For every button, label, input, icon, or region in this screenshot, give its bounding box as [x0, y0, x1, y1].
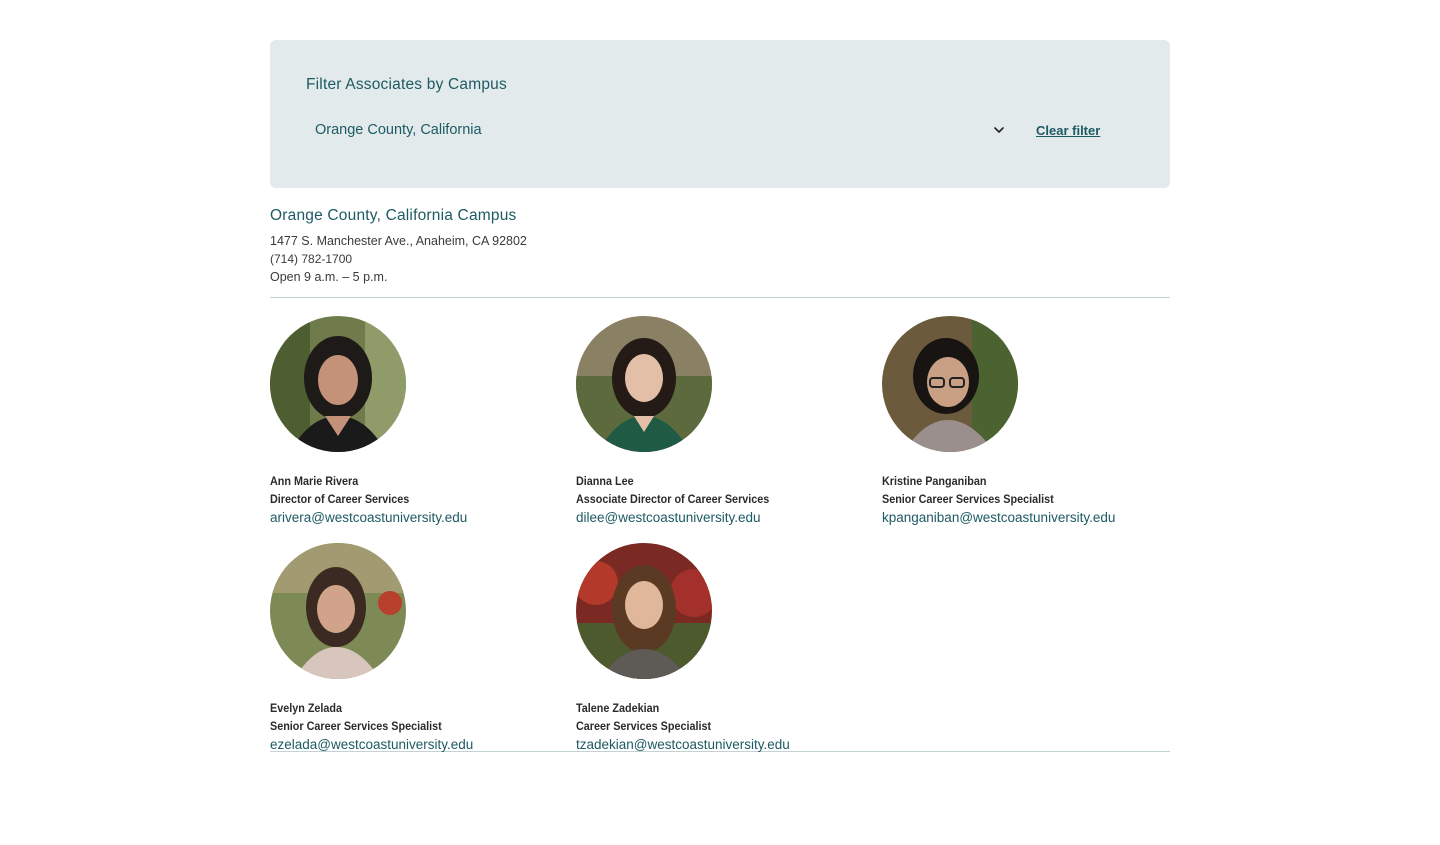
associate-name: Ann Marie Rivera: [270, 474, 359, 488]
associate-card: Ann Marie Rivera Director of Career Serv…: [270, 316, 576, 525]
associate-card: Kristine Panganiban Senior Career Servic…: [882, 316, 1170, 525]
associate-card: Talene Zadekian Career Services Speciali…: [576, 543, 882, 752]
campus-info: Orange County, California Campus 1477 S.…: [270, 207, 1170, 286]
campus-filter-panel: Filter Associates by Campus Orange Count…: [270, 40, 1170, 188]
associate-title: Director of Career Services: [270, 492, 410, 506]
associate-card: Dianna Lee Associate Director of Career …: [576, 316, 882, 525]
associate-card: Evelyn Zelada Senior Career Services Spe…: [270, 543, 576, 752]
associate-title: Senior Career Services Specialist: [882, 492, 1054, 506]
associate-email-link[interactable]: arivera@westcoastuniversity.edu: [270, 510, 467, 525]
associate-photo: [882, 316, 1018, 452]
associate-email-link[interactable]: tzadekian@westcoastuniversity.edu: [576, 737, 790, 752]
associate-title: Career Services Specialist: [576, 719, 712, 733]
associate-photo: [270, 316, 406, 452]
associate-email-link[interactable]: dilee@westcoastuniversity.edu: [576, 510, 761, 525]
associate-email-link[interactable]: ezelada@westcoastuniversity.edu: [270, 737, 473, 752]
associate-email-link[interactable]: kpanganiban@westcoastuniversity.edu: [882, 510, 1115, 525]
associate-name: Dianna Lee: [576, 474, 634, 488]
chevron-down-icon: [992, 123, 1006, 137]
associate-name: Talene Zadekian: [576, 701, 660, 715]
associate-name: Evelyn Zelada: [270, 701, 343, 715]
campus-hours: Open 9 a.m. – 5 p.m.: [270, 270, 388, 284]
filter-row: Orange County, California Clear filter: [306, 120, 1134, 140]
associate-photo: [576, 543, 712, 679]
associates-section: Filter Associates by Campus Orange Count…: [270, 40, 1170, 752]
clear-filter-link[interactable]: Clear filter: [1036, 123, 1100, 138]
associate-photo: [576, 316, 712, 452]
campus-select[interactable]: Orange County, California: [306, 122, 1006, 138]
associates-grid: Ann Marie Rivera Director of Career Serv…: [270, 298, 1170, 752]
associate-photo: [270, 543, 406, 679]
associate-name: Kristine Panganiban: [882, 474, 987, 488]
campus-phone: (714) 782-1700: [270, 252, 353, 266]
campus-address: 1477 S. Manchester Ave., Anaheim, CA 928…: [270, 234, 527, 248]
campus-name: Orange County, California Campus: [270, 207, 517, 224]
associate-title: Associate Director of Career Services: [576, 492, 770, 506]
associate-title: Senior Career Services Specialist: [270, 719, 442, 733]
campus-select-value: Orange County, California: [315, 122, 482, 138]
filter-title: Filter Associates by Campus: [306, 76, 507, 93]
